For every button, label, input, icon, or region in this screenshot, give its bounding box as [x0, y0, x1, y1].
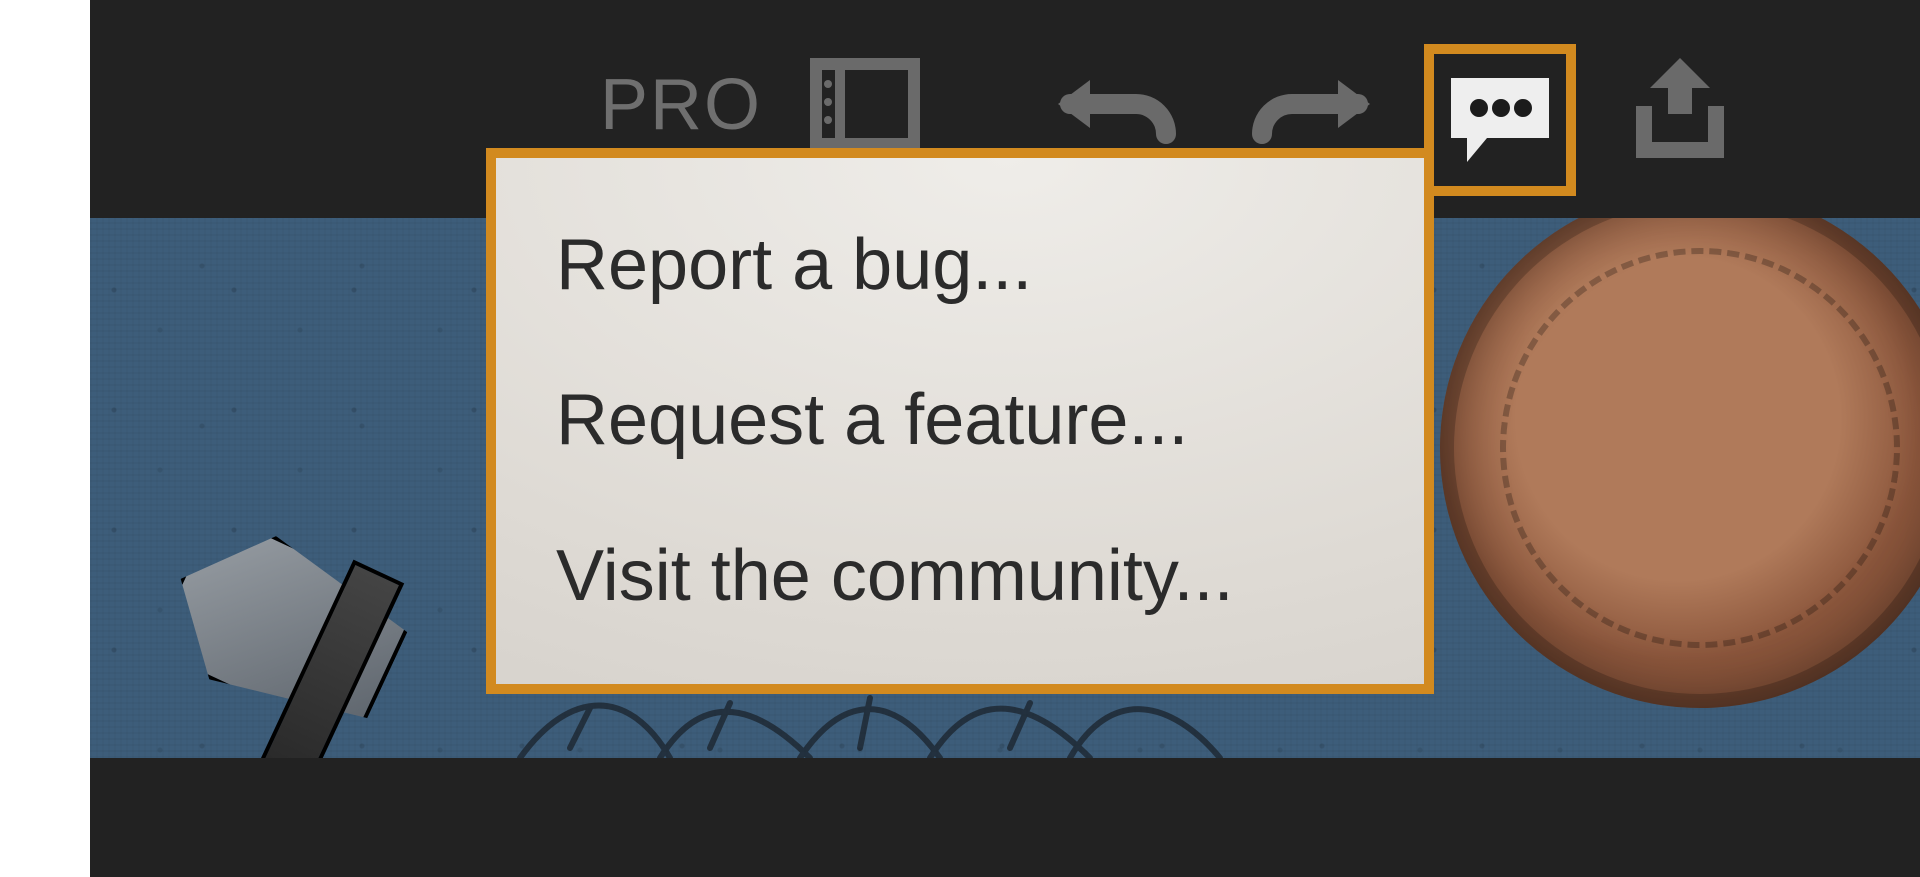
feedback-button[interactable]	[1424, 44, 1576, 196]
redo-icon	[1248, 60, 1378, 150]
speech-bubble-icon	[1445, 70, 1555, 170]
share-icon	[1620, 50, 1740, 170]
pro-label: PRO	[600, 64, 762, 146]
panel-icon	[810, 58, 920, 158]
panel-toggle-button[interactable]	[810, 58, 920, 158]
share-button[interactable]	[1620, 50, 1740, 170]
feedback-menu: Report a bug... Request a feature... Vis…	[486, 148, 1434, 694]
artwork-shield	[1406, 218, 1920, 742]
undo-icon	[1050, 60, 1180, 150]
redo-button[interactable]	[1248, 60, 1378, 150]
menu-item-report-bug[interactable]: Report a bug...	[556, 188, 1364, 344]
menu-item-visit-community[interactable]: Visit the community...	[556, 499, 1364, 655]
bottom-bar	[90, 758, 1920, 877]
undo-button[interactable]	[1050, 60, 1180, 150]
app-frame: PRO	[90, 0, 1920, 877]
artwork-axe	[130, 538, 470, 758]
menu-item-request-feature[interactable]: Request a feature...	[556, 343, 1364, 499]
viewport: PRO	[0, 0, 1920, 877]
